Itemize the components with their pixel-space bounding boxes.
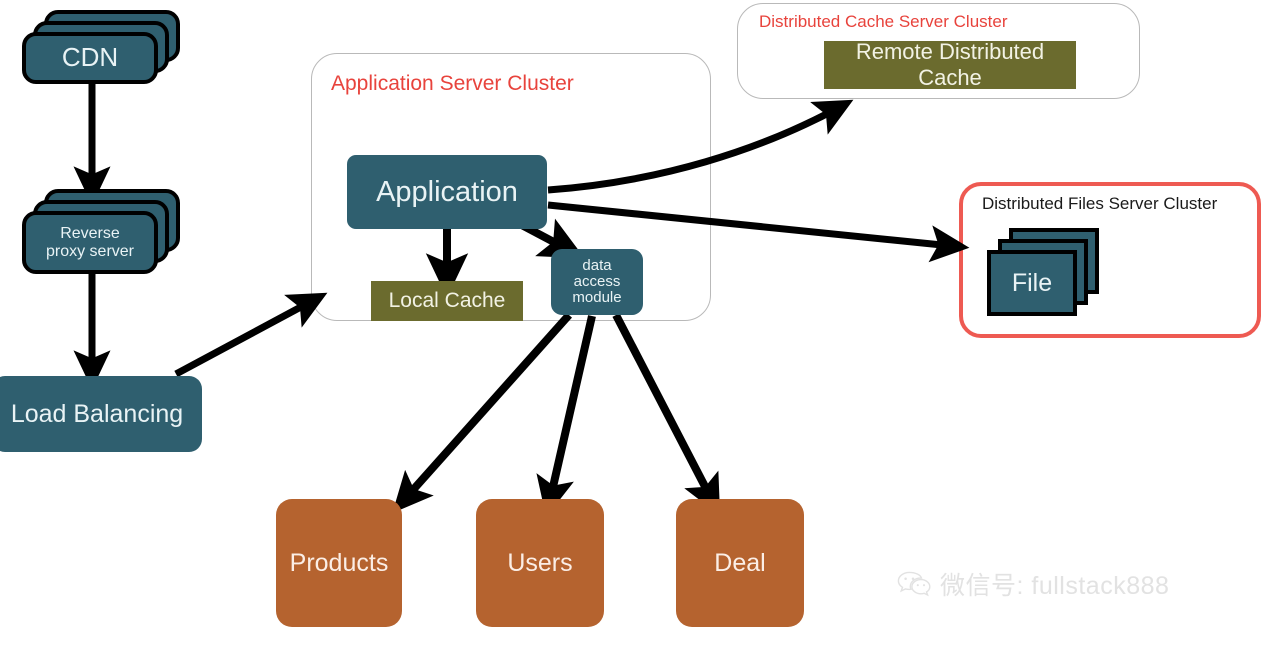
node-cdn: CDN: [22, 10, 180, 84]
wechat-icon: [897, 571, 931, 597]
edge-data-access-to-users: [536, 315, 596, 518]
node-local-cache: Local Cache: [371, 281, 523, 321]
node-users: Users: [476, 499, 604, 627]
node-deal: Deal: [676, 499, 804, 627]
watermark: 微信号: fullstack888: [897, 566, 1169, 602]
data-access-module-line1: data: [582, 257, 612, 275]
edge-data-access-to-deal: [612, 313, 721, 516]
reverse-proxy-label-line1: Reverse: [60, 224, 120, 242]
reverse-proxy-label: Reverse proxy server: [22, 211, 158, 274]
cluster-label-distributed-files-server: Distributed Files Server Cluster: [982, 194, 1218, 213]
file-label: File: [987, 250, 1077, 316]
node-reverse-proxy-server: Reverse proxy server: [22, 189, 180, 274]
node-products: Products: [276, 499, 402, 627]
node-file: File: [987, 228, 1099, 316]
node-load-balancing: Load Balancing: [0, 376, 202, 452]
edge-data-access-to-products: [392, 312, 572, 514]
node-application: Application: [347, 155, 547, 229]
data-access-module-line2: access: [573, 273, 621, 291]
cluster-label-application-server: Application Server Cluster: [331, 72, 574, 95]
node-remote-distributed-cache: Remote Distributed Cache: [824, 39, 1076, 90]
watermark-text: 微信号: fullstack888: [940, 572, 1170, 600]
node-data-access-module: data access module: [551, 249, 643, 315]
data-access-module-line3: module: [572, 288, 622, 306]
cluster-label-distributed-cache-server: Distributed Cache Server Cluster: [759, 12, 1008, 31]
reverse-proxy-label-line2: proxy server: [45, 242, 135, 260]
edge-load-balancing-to-application-cluster: [174, 292, 328, 378]
architecture-diagram: Application Server Cluster Distributed C…: [0, 0, 1276, 654]
cdn-label: CDN: [22, 32, 158, 84]
